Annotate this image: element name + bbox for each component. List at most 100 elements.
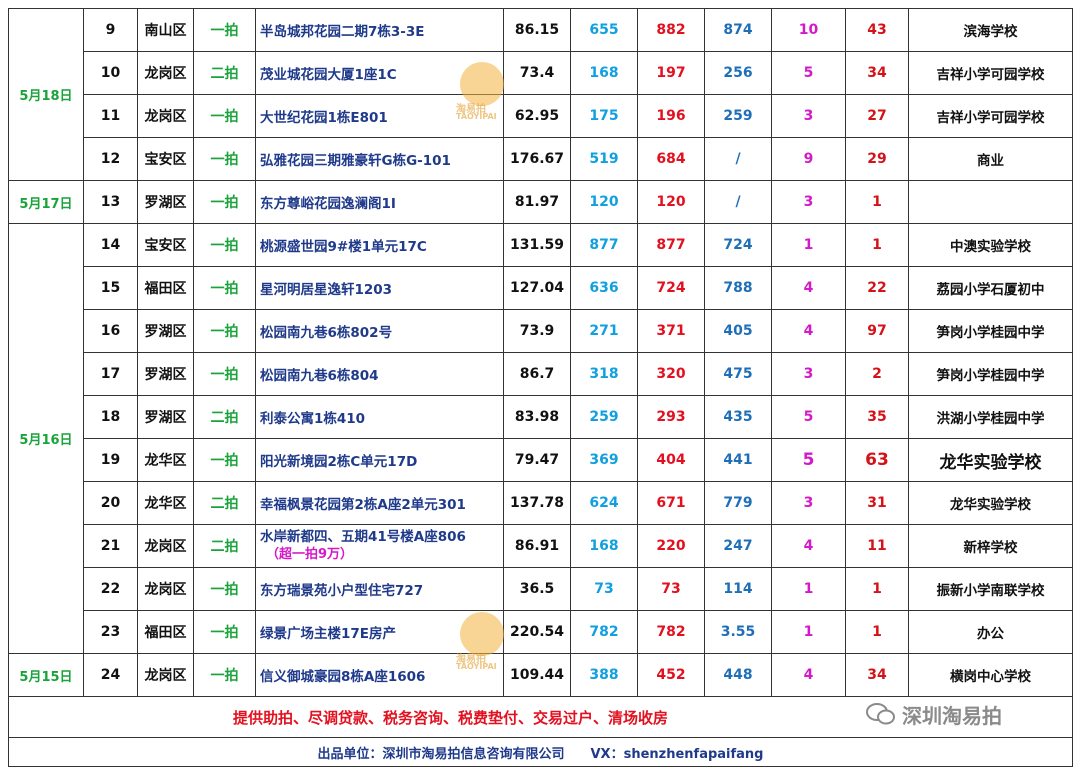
school-cell: 笋岗小学桂园中学	[908, 309, 1073, 353]
area-cell: 73.9	[503, 309, 571, 353]
value-4-cell: 1	[771, 567, 846, 611]
address-text: 信义御城豪园8栋A座1606	[260, 669, 426, 685]
value-1-cell: 73	[570, 567, 638, 611]
value-4-cell: 5	[771, 395, 846, 439]
table-row: 18 罗湖区 二拍 利泰公寓1栋410 83.98 259 293 435 5 35 洪湖小学桂园中…	[9, 395, 1073, 439]
footer-text: 出品单位：深圳市淘易拍信息咨询有限公司 VX：shenzhenfapaifang	[8, 737, 1073, 767]
address-cell: 水岸新都四、五期41号楼A座806 （超一拍9万）	[255, 524, 504, 568]
brand-name: 深圳淘易拍	[902, 703, 1002, 728]
value-1-cell: 519	[570, 137, 638, 181]
area-cell: 79.47	[503, 438, 571, 482]
value-2-cell: 120	[637, 180, 705, 224]
school-cell: 滨海学校	[908, 8, 1073, 52]
address-text: 阳光新境园2栋C单元17D	[260, 454, 418, 470]
value-3-cell: /	[704, 180, 772, 224]
value-3-cell: 788	[704, 266, 772, 310]
row-number: 21	[83, 524, 138, 568]
value-2-cell: 320	[637, 352, 705, 396]
value-1-cell: 318	[570, 352, 638, 396]
value-2-cell: 220	[637, 524, 705, 568]
table-row: 19 龙华区 一拍 阳光新境园2栋C单元17D 79.47 369 404 441 5 63 龙华实…	[9, 438, 1073, 482]
address-text: 松园南九巷6栋804	[260, 368, 379, 384]
address-cell: 东方尊峪花园逸澜阁1I	[255, 180, 504, 224]
address-text: 水岸新都四、五期41号楼A座806	[260, 529, 466, 545]
address-cell: 星河明居星逸轩1203	[255, 266, 504, 310]
value-3-cell: 259	[704, 94, 772, 138]
value-4-cell: 4	[771, 653, 846, 697]
address-text: 茂业城花园大厦1座1C	[260, 67, 397, 83]
value-2-cell: 371	[637, 309, 705, 353]
value-2-cell: 196	[637, 94, 705, 138]
row-number: 9	[83, 8, 138, 52]
value-3-cell: 247	[704, 524, 772, 568]
school-cell: 新梓学校	[908, 524, 1073, 568]
address-cell: 弘雅花园三期雅豪轩G栋G-101	[255, 137, 504, 181]
value-4-cell: 9	[771, 137, 846, 181]
district-cell: 龙岗区	[137, 653, 194, 697]
table-row: 10 龙岗区 二拍 茂业城花园大厦1座1C 73.4 168 197 256 5 34 吉祥小学可园…	[9, 51, 1073, 95]
value-3-cell: 435	[704, 395, 772, 439]
value-2-cell: 452	[637, 653, 705, 697]
address-cell: 松园南九巷6栋804	[255, 352, 504, 396]
auction-round-cell: 一拍	[193, 610, 256, 654]
table-row: 11 龙岗区 一拍 大世纪花园1栋E801 62.95 175 196 259 3 27 吉祥小学可…	[9, 94, 1073, 138]
wechat-icon	[866, 703, 895, 725]
auction-round-cell: 一拍	[193, 223, 256, 267]
watermark-latin: TAOYIPAI	[456, 662, 497, 671]
value-2-cell: 73	[637, 567, 705, 611]
date-cell: 5月16日	[8, 223, 84, 654]
area-cell: 62.95	[503, 94, 571, 138]
address-text: 桃源盛世园9#楼1单元17C	[260, 239, 427, 255]
value-5-cell: 34	[845, 51, 909, 95]
table-body: 5月18日 9 南山区 一拍 半岛城邦花园二期7栋3-3E 86.15 655 882 874 1…	[8, 8, 1073, 697]
school-cell: 振新小学南联学校	[908, 567, 1073, 611]
table-row: 5月15日 24 龙岗区 一拍 信义御城豪园8栋A座1606 109.44 388 452 44…	[8, 653, 1073, 697]
row-number: 22	[83, 567, 138, 611]
value-1-cell: 168	[570, 51, 638, 95]
district-cell: 罗湖区	[137, 180, 194, 224]
table-row: 12 宝安区 一拍 弘雅花园三期雅豪轩G栋G-101 176.67 519 684/9 29 商…	[9, 137, 1073, 181]
value-2-cell: 404	[637, 438, 705, 482]
value-5-cell: 1	[845, 567, 909, 611]
value-4-cell: 3	[771, 481, 846, 525]
value-3-cell: 114	[704, 567, 772, 611]
area-cell: 81.97	[503, 180, 571, 224]
value-2-cell: 671	[637, 481, 705, 525]
watermark-latin: TAOYIPAI	[456, 112, 497, 121]
district-cell: 龙华区	[137, 481, 194, 525]
address-text: 星河明居星逸轩1203	[260, 282, 393, 298]
school-cell: 商业	[908, 137, 1073, 181]
area-cell: 176.67	[503, 137, 571, 181]
value-2-cell: 724	[637, 266, 705, 310]
district-cell: 龙岗区	[137, 524, 194, 568]
address-text: 幸福枫景花园第2栋A座2单元301	[260, 497, 466, 513]
value-5-cell: 34	[845, 653, 909, 697]
school-cell: 吉祥小学可园学校	[908, 51, 1073, 95]
auction-round-cell: 一拍	[193, 8, 256, 52]
value-3-cell: 405	[704, 309, 772, 353]
address-cell: 幸福枫景花园第2栋A座2单元301	[255, 481, 504, 525]
value-3-cell: 724	[704, 223, 772, 267]
value-3-cell: 256	[704, 51, 772, 95]
area-cell: 86.7	[503, 352, 571, 396]
value-4-cell: 3	[771, 352, 846, 396]
area-cell: 36.5	[503, 567, 571, 611]
table-row: 15 福田区 一拍 星河明居星逸轩1203 127.04 636 724 788 4 22 荔园小学…	[9, 266, 1073, 310]
address-cell: 桃源盛世园9#楼1单元17C	[255, 223, 504, 267]
area-cell: 127.04	[503, 266, 571, 310]
address-text: 绿景广场主楼17E房产	[260, 626, 397, 642]
address-text: 利泰公寓1栋410	[260, 411, 366, 427]
value-2-cell: 684	[637, 137, 705, 181]
area-cell: 137.78	[503, 481, 571, 525]
value-1-cell: 636	[570, 266, 638, 310]
value-5-cell: 27	[845, 94, 909, 138]
address-cell: 利泰公寓1栋410	[255, 395, 504, 439]
auction-round-cell: 一拍	[193, 266, 256, 310]
district-cell: 福田区	[137, 610, 194, 654]
value-4-cell: 10	[771, 8, 846, 52]
school-cell: 笋岗小学桂园中学	[908, 352, 1073, 396]
value-1-cell: 175	[570, 94, 638, 138]
value-3-cell: 3.55	[704, 610, 772, 654]
table-row: 17 罗湖区 一拍 松园南九巷6栋804 86.7 318 320 475 3 2 笋岗小学桂园中学	[9, 352, 1073, 396]
auction-round-cell: 一拍	[193, 653, 256, 697]
